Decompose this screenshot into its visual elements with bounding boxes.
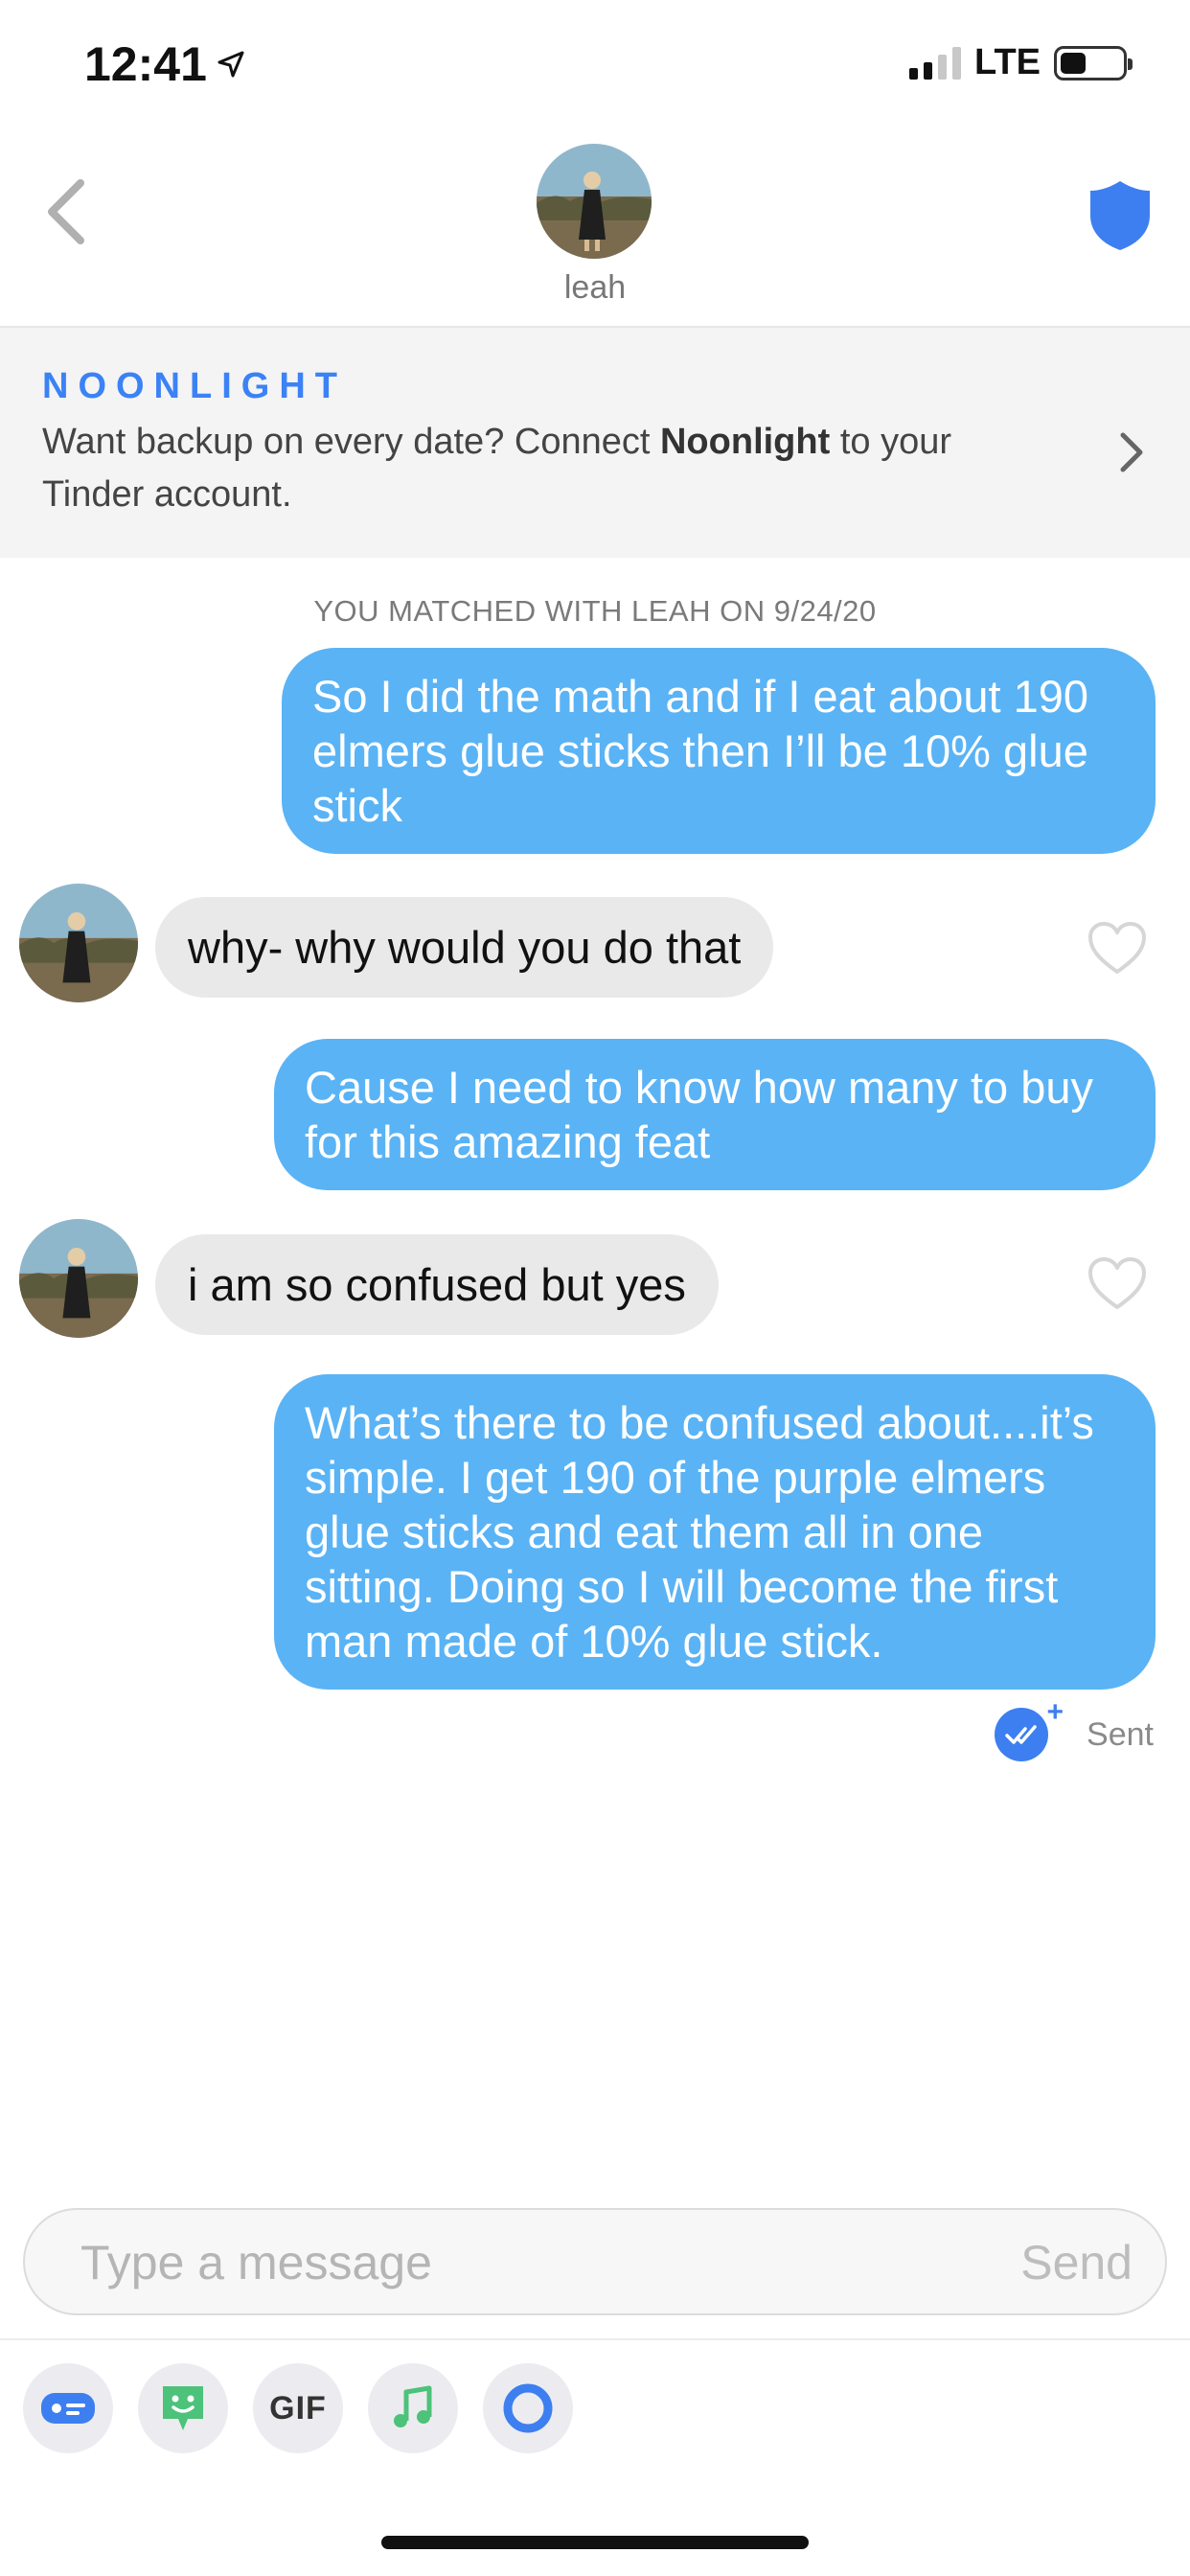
location-arrow-icon	[217, 51, 244, 78]
status-bar: 12:41 LTE	[0, 0, 1190, 129]
delivery-status: + Sent	[995, 1696, 1154, 1761]
status-time: 12:41	[84, 36, 245, 92]
heart-icon	[1088, 922, 1146, 974]
safety-shield-button[interactable]	[1087, 177, 1154, 254]
like-message-button[interactable]	[1087, 920, 1148, 976]
message-bubble-incoming[interactable]: i am so confused but yes	[155, 1234, 719, 1335]
chat-header: leah	[0, 129, 1190, 328]
profile-photo	[19, 1219, 138, 1338]
sender-avatar[interactable]	[19, 884, 138, 1002]
network-type: LTE	[974, 42, 1041, 82]
sticker-icon	[163, 2386, 203, 2430]
attachment-toolbar: GIF	[23, 2363, 573, 2453]
status-indicators: LTE	[909, 42, 1133, 83]
contact-card-icon	[41, 2393, 95, 2424]
shield-icon	[1090, 181, 1150, 250]
banner-text: Want backup on every date? Connect Noonl…	[42, 416, 1058, 521]
profile-photo	[537, 144, 652, 259]
music-button[interactable]	[368, 2363, 458, 2453]
ring-icon	[503, 2383, 553, 2433]
divider	[0, 2338, 1190, 2340]
profile-photo	[19, 884, 138, 1002]
signal-strength-icon	[909, 46, 962, 80]
message-bubble-outgoing[interactable]: Cause I need to know how many to buy for…	[274, 1039, 1156, 1190]
heart-icon	[1088, 1257, 1146, 1309]
noonlight-logo: NOONLIGHT	[42, 366, 347, 406]
message-bubble-incoming[interactable]: why- why would you do that	[155, 897, 774, 998]
contact-avatar[interactable]	[537, 144, 652, 259]
chevron-left-icon	[48, 179, 84, 244]
contact-name[interactable]: leah	[0, 269, 1190, 307]
music-note-icon	[394, 2385, 432, 2427]
contact-card-button[interactable]	[23, 2363, 113, 2453]
home-indicator[interactable]	[381, 2536, 809, 2549]
message-input[interactable]	[80, 2231, 943, 2294]
double-check-icon: +	[995, 1696, 1064, 1761]
sticker-button[interactable]	[138, 2363, 228, 2453]
sender-avatar[interactable]	[19, 1219, 138, 1338]
message-composer: Send	[23, 2208, 1167, 2315]
noonlight-button[interactable]	[483, 2363, 573, 2453]
noonlight-banner[interactable]: NOONLIGHT Want backup on every date? Con…	[0, 328, 1190, 558]
plus-icon: +	[1046, 1696, 1064, 1728]
gif-button[interactable]: GIF	[253, 2363, 343, 2453]
chevron-right-icon	[1113, 424, 1152, 481]
gif-label: GIF	[269, 2389, 327, 2426]
battery-icon	[1054, 45, 1133, 80]
time-text: 12:41	[84, 37, 207, 91]
send-button[interactable]: Send	[1020, 2235, 1133, 2290]
message-bubble-outgoing[interactable]: So I did the math and if I eat about 190…	[282, 648, 1156, 854]
message-bubble-outgoing[interactable]: What’s there to be confused about....it’…	[274, 1374, 1156, 1690]
match-notice: YOU MATCHED WITH LEAH ON 9/24/20	[313, 594, 877, 628]
back-button[interactable]	[36, 172, 94, 252]
sent-label: Sent	[1087, 1715, 1154, 1753]
banner-text-bold: Noonlight	[659, 422, 831, 462]
like-message-button[interactable]	[1087, 1255, 1148, 1311]
banner-text-before: Want backup on every date? Connect	[42, 422, 660, 462]
